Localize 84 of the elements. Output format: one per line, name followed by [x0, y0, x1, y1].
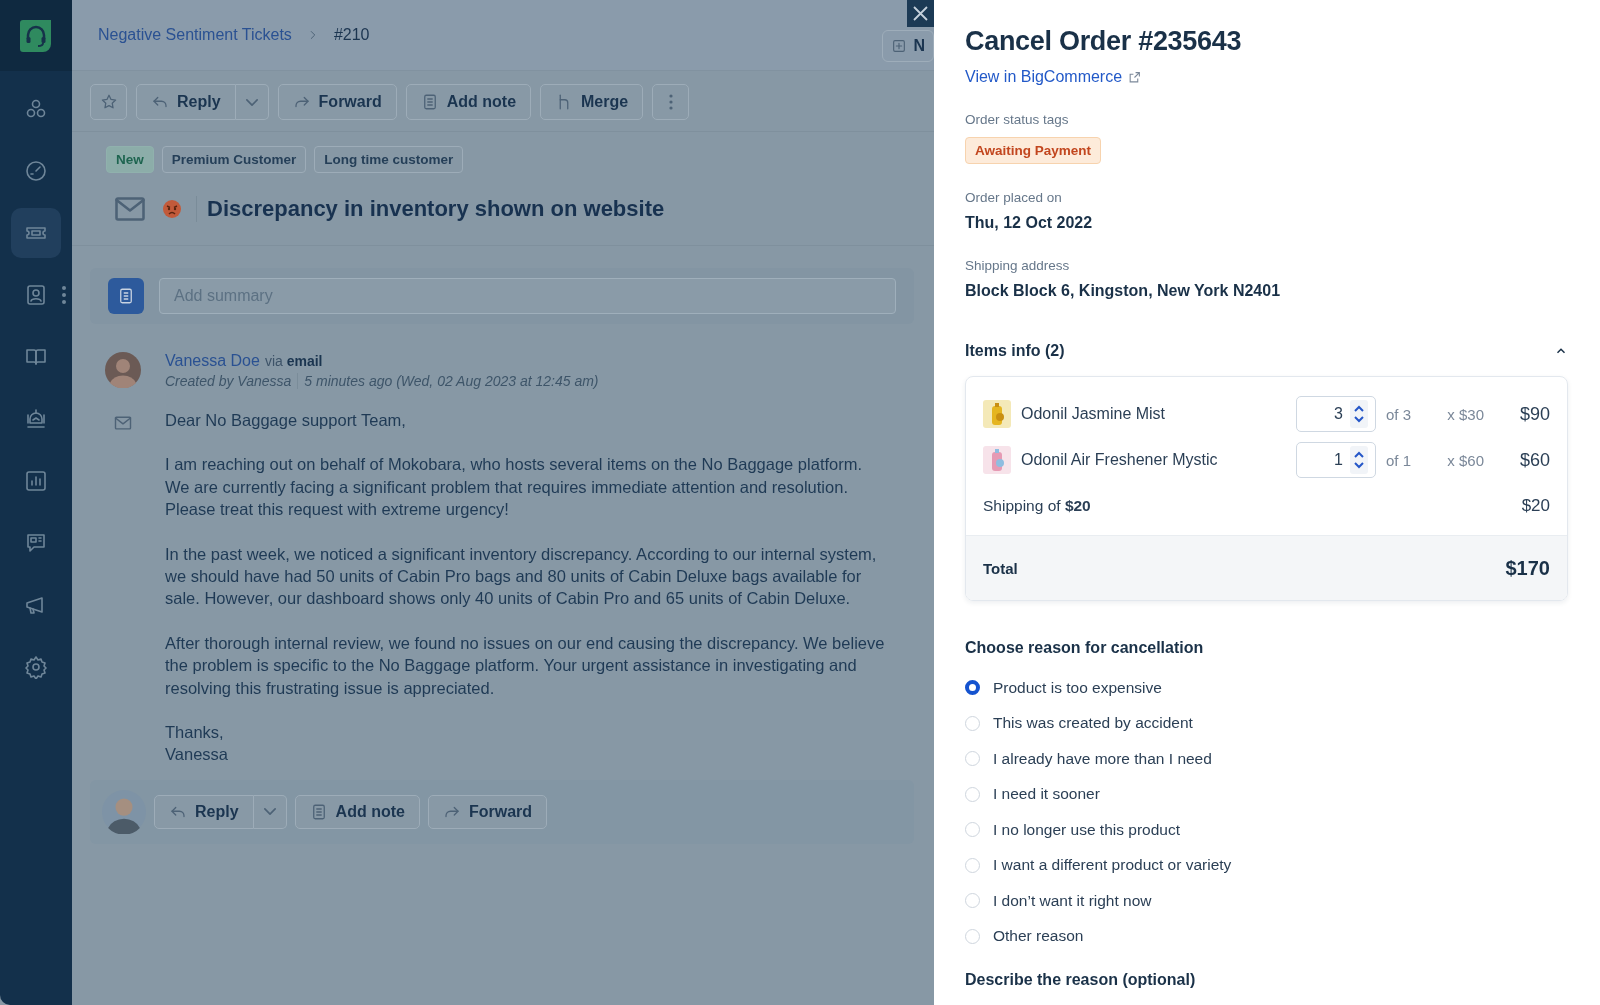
contact-icon [24, 283, 48, 307]
message-text: I am reaching out on behalf of Mokobara, who hosts several items on the No Baggage platform. We are currently facing a significant problem that requires immediate attention and resolution. Please treat this request with extreme urgency! [165, 454, 864, 521]
message-text: Vanessa [165, 744, 229, 766]
sidebar-item[interactable] [11, 208, 61, 258]
product-name: Odonil Jasmine Mist [1021, 405, 1167, 423]
avatar [105, 352, 141, 388]
ticket-number: #210 [333, 26, 370, 44]
reason-label: Product is too expensive [993, 678, 1162, 697]
gear-icon [24, 655, 48, 679]
summary-icon [108, 278, 144, 314]
external-link[interactable]: View in BigCommerce [965, 68, 1142, 86]
angry-face-icon [162, 199, 182, 219]
section-title: Choose reason for cancellation [965, 639, 1205, 657]
quantity-field[interactable]: 3 [1296, 396, 1376, 432]
dropdown-button[interactable] [253, 794, 287, 829]
breadcrumb-link[interactable]: Negative Sentiment Tickets [98, 26, 292, 44]
product-name: Odonil Air Freshener Mystic [1021, 451, 1219, 469]
caret-icon [263, 808, 276, 816]
forward-button[interactable]: Forward [427, 794, 548, 829]
message-text: Dear No Baggage support Team, [165, 410, 407, 431]
field-label: Describe the reason (optional) [965, 970, 1197, 989]
message-text: After thorough internal review, we found no issues on our end causing the discrepancy. We believe the problem is specific to the No Baggage platform. Your urgent assistance in investigating and resolving this frustrating issue is appreciated. [165, 632, 886, 699]
robot-icon [24, 407, 48, 431]
close-button[interactable] [907, 0, 934, 27]
forward-button[interactable]: Add note [294, 794, 420, 829]
reason-label: Other reason [993, 927, 1084, 945]
reason-label: I no longer use this product [993, 820, 1180, 839]
field-label: Order placed on [965, 190, 1063, 205]
message-text: In the past week, we noticed a significant inventory discrepancy. According to our internal system, we should have had 50 units of Cabin Pro bags and 80 units of Cabin Deluxe bags available for sale. However, our dashboard shows only 40 units of Cabin Pro and 65 units of Cabin Deluxe. [165, 543, 878, 610]
section-title: Items info (2) [965, 342, 1065, 360]
dropdown-button[interactable] [235, 84, 269, 120]
timestamp: 5 minutes ago (Wed, 02 Aug 2023 at 12:45 am) [304, 373, 599, 389]
external-link-icon [1128, 70, 1142, 84]
more-icon[interactable] [61, 285, 67, 305]
shipping-label: Shipping of $20 [983, 497, 1091, 515]
quantity-field[interactable]: 1 [1296, 442, 1376, 478]
shipping-amount: $20 [1520, 496, 1550, 516]
forward-button[interactable]: Add note [405, 84, 532, 120]
forward-button[interactable]: Merge [540, 84, 644, 120]
stepper-icon[interactable] [1350, 446, 1368, 474]
caret-icon [245, 98, 258, 106]
reply-button[interactable]: Reply [136, 84, 236, 120]
line-amount: $90 [1518, 403, 1550, 425]
order-date: Thu, 12 Oct 2022 [965, 214, 1094, 232]
forward-button[interactable]: Forward [277, 84, 397, 120]
reason-label: I want a different product or variety [993, 856, 1232, 874]
chat-icon [24, 531, 48, 555]
radio-button[interactable] [965, 680, 980, 695]
line-amount: $60 [1518, 449, 1550, 471]
star-icon [99, 93, 118, 111]
status-tag: Awaiting Payment [965, 137, 1102, 164]
tag: Premium Customer [161, 146, 307, 173]
available-quantity: of 3 [1386, 405, 1413, 423]
star-button[interactable] [90, 84, 127, 120]
shipping-address: Block Block 6, Kingston, New York N2401 [965, 282, 1282, 300]
gauge-icon [24, 159, 48, 183]
unit-price: x $30 [1446, 405, 1484, 423]
plus-icon [891, 38, 908, 54]
more-button[interactable] [652, 84, 690, 120]
reason-label: I need it sooner [993, 785, 1100, 803]
created-by-text: Created by Vanessa [165, 373, 292, 389]
status-tag: New [106, 146, 154, 173]
field-label: Order status tags [965, 112, 1070, 127]
unit-price: x $60 [1446, 451, 1484, 469]
field-label: Shipping address [965, 258, 1071, 273]
available-quantity: of 1 [1386, 451, 1413, 469]
reason-label: I already have more than I need [993, 749, 1212, 768]
total-amount: $170 [1505, 556, 1550, 580]
ticket-title: Discrepancy in inventory shown on website [196, 196, 665, 222]
stepper-icon[interactable] [1350, 400, 1368, 428]
tag: Long time customer [314, 146, 464, 173]
panel-title: Cancel Order #235643 [965, 25, 1243, 57]
chart-icon [24, 469, 48, 493]
reason-label: I don’t want it right now [993, 891, 1152, 910]
total-label: Total [983, 559, 1018, 577]
reason-label: This was created by accident [993, 714, 1193, 732]
message-text: Thanks, [165, 722, 225, 744]
reply-button[interactable]: Reply [154, 794, 254, 829]
close-icon [912, 5, 929, 22]
more-icon [668, 94, 673, 110]
new-button[interactable]: N [882, 30, 934, 62]
author-link[interactable]: Vanessa Doe [165, 352, 260, 370]
channel-text: via email [264, 353, 323, 369]
mail-icon [113, 413, 133, 433]
